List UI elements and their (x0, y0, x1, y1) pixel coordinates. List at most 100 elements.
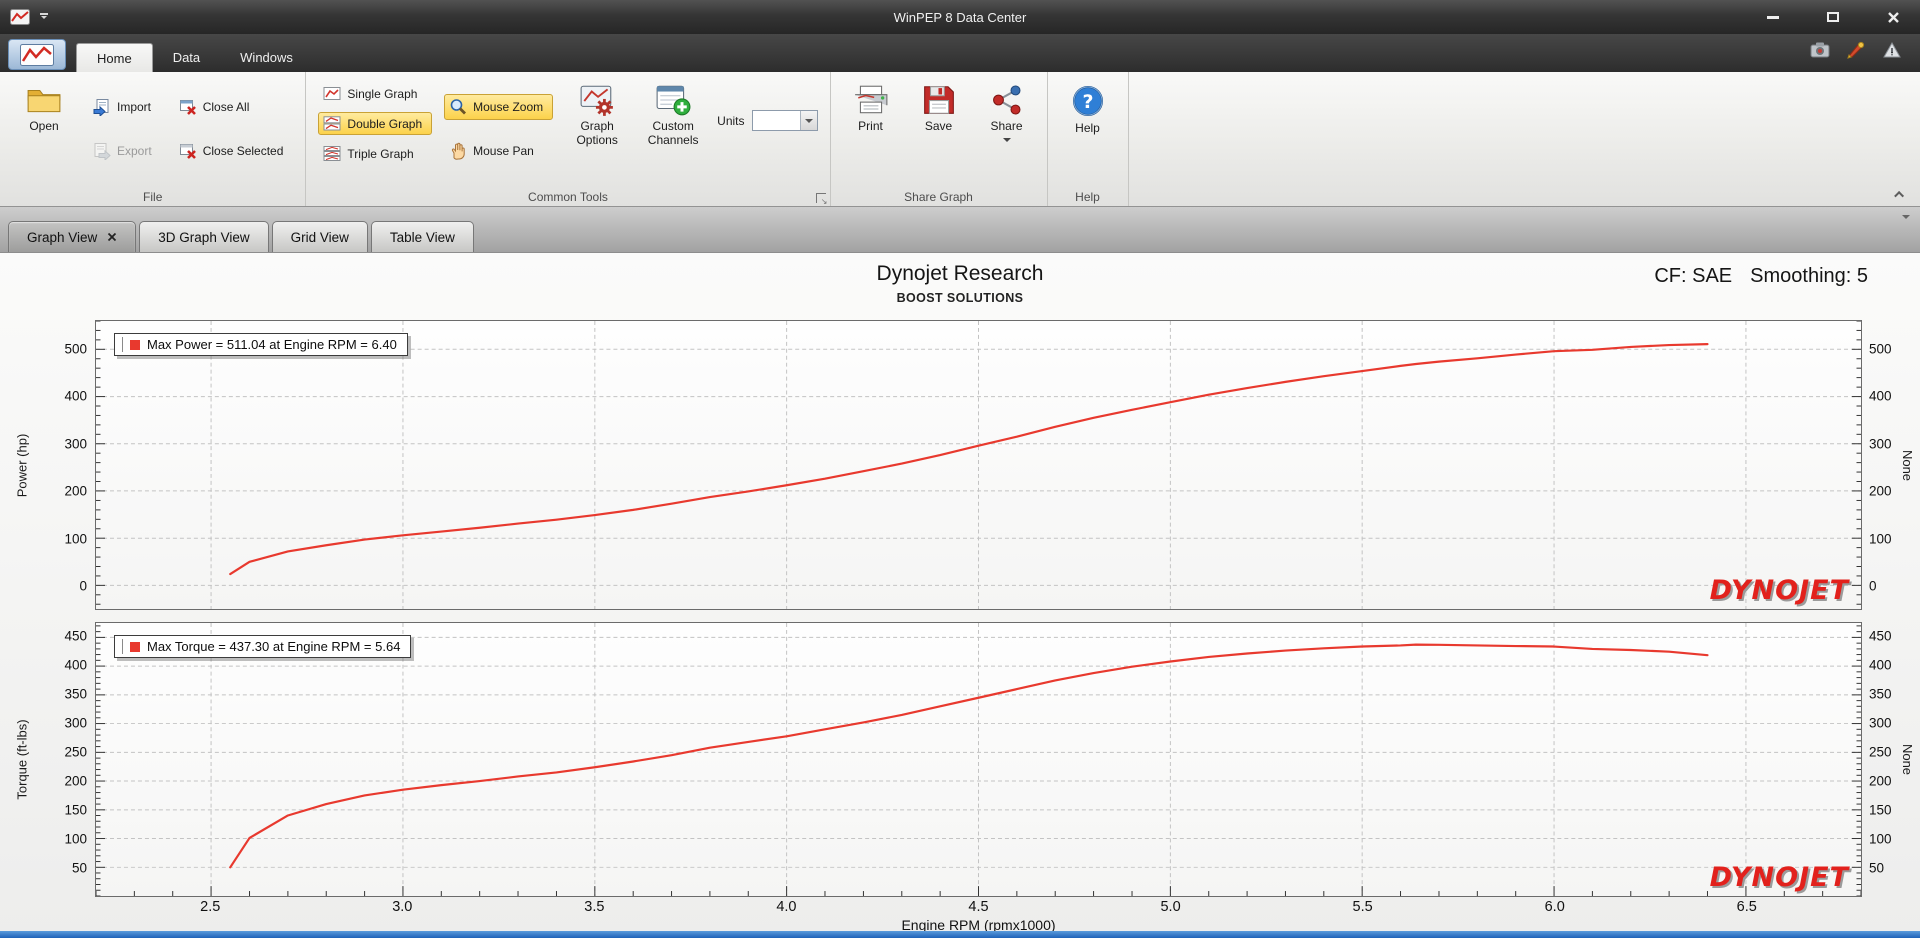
single-graph-button[interactable]: Single Graph (318, 82, 432, 105)
mouse-pan-label: Mouse Pan (473, 144, 534, 158)
titlebar: WinPEP 8 Data Center (0, 0, 1920, 34)
close-all-button[interactable]: Close All (174, 94, 294, 120)
power-plot-canvas (96, 321, 1861, 609)
units-label: Units (717, 113, 745, 128)
legend-grip-icon (119, 337, 123, 352)
mouse-zoom-button[interactable]: Mouse Zoom (444, 94, 554, 120)
ribbon-group-file: Open Import Export Close All Close Selec… (0, 72, 307, 206)
window-title: WinPEP 8 Data Center (893, 9, 1027, 25)
chart-title: Dynojet Research (876, 262, 1044, 285)
print-button[interactable]: Print (843, 78, 899, 134)
graph-options-button[interactable]: Graph Options (565, 78, 629, 148)
tab-table-view-label: Table View (389, 229, 455, 245)
double-graph-label: Double Graph (347, 116, 423, 131)
close-selected-label: Close Selected (202, 144, 284, 158)
power-axis-ticks: 0 100 200 300 400 500 (64, 341, 87, 594)
app-icon[interactable] (10, 9, 30, 25)
close-button[interactable] (1880, 6, 1906, 28)
file-group-label: File (143, 190, 163, 204)
close-tab-icon[interactable] (107, 232, 117, 242)
chart-subtitle: BOOST SOLUTIONS (896, 291, 1024, 305)
close-selected-button[interactable]: Close Selected (174, 138, 294, 164)
collapse-ribbon-button[interactable] (1892, 188, 1908, 201)
ribbon-tab-bar: Home Data Windows (0, 34, 1920, 72)
print-icon (854, 85, 887, 114)
help-group-label: Help (1075, 190, 1100, 204)
help-label: Help (1075, 121, 1100, 135)
ribbon-tab-data[interactable]: Data (153, 43, 220, 72)
open-button[interactable]: Open (12, 78, 76, 134)
chevron-down-icon (799, 111, 817, 130)
maximize-button[interactable] (1820, 6, 1846, 28)
export-button: Export (88, 138, 162, 164)
torque-plot[interactable]: Max Torque = 437.30 at Engine RPM = 5.64… (95, 622, 1862, 897)
import-icon (93, 99, 109, 116)
maximize-icon (1827, 12, 1839, 22)
legend-grip-icon (119, 639, 123, 654)
import-button[interactable]: Import (88, 94, 162, 120)
power-legend[interactable]: Max Power = 511.04 at Engine RPM = 6.40 (114, 333, 408, 356)
close-selected-icon (179, 144, 196, 159)
document-tab-bar: Graph View 3D Graph View Grid View Table… (0, 207, 1920, 252)
minimize-icon (1767, 15, 1779, 19)
custom-channels-button[interactable]: Custom Channels (641, 78, 705, 148)
power-right-axis-label: None (1900, 449, 1916, 481)
mouse-zoom-label: Mouse Zoom (473, 100, 544, 114)
power-plot[interactable]: Max Power = 511.04 at Engine RPM = 6.40 … (95, 320, 1862, 610)
tab-table-view[interactable]: Table View (370, 221, 474, 252)
torque-right-axis-label: None (1900, 743, 1916, 776)
minimize-button[interactable] (1760, 6, 1786, 28)
tab-graph-view-label: Graph View (27, 229, 98, 245)
open-label: Open (29, 119, 59, 133)
dynojet-logo: DYNOJET (1709, 862, 1849, 893)
ribbon-tab-home[interactable]: Home (76, 43, 153, 72)
print-label: Print (858, 119, 883, 133)
torque-legend[interactable]: Max Torque = 437.30 at Engine RPM = 5.64 (114, 635, 412, 658)
help-button[interactable]: ? Help (1060, 78, 1116, 136)
ribbon-group-help: ? Help Help (1048, 72, 1129, 206)
torque-plot-canvas (96, 623, 1861, 896)
close-all-icon (179, 100, 196, 115)
taskbar-strip (0, 931, 1920, 938)
share-graph-group-label: Share Graph (904, 190, 973, 204)
share-dropdown-icon[interactable] (1002, 137, 1011, 146)
graph-options-icon (580, 85, 614, 116)
dynojet-logo: DYNOJET (1709, 575, 1849, 606)
smoothing-value: Smoothing: 5 (1750, 265, 1868, 287)
save-button[interactable]: Save (911, 78, 967, 134)
alert-icon[interactable] (1882, 41, 1902, 59)
x-axis-ticks: 2.5 3.0 3.5 4.0 4.5 5.0 5.5 6.0 6.5 (200, 899, 1757, 915)
double-graph-button[interactable]: Double Graph (318, 112, 433, 135)
ribbon-tab-windows[interactable]: Windows (220, 43, 313, 72)
series-swatch-icon (130, 641, 140, 652)
tab-graph-view[interactable]: Graph View (8, 221, 137, 252)
share-button[interactable]: Share (979, 78, 1035, 146)
svg-text:?: ? (1082, 91, 1093, 113)
application-button[interactable] (8, 39, 66, 70)
brush-icon[interactable] (1846, 41, 1866, 59)
power-axis-label: Power (hp) (14, 433, 30, 497)
ribbon-group-common-tools: Single Graph Double Graph Triple Graph M… (306, 72, 831, 206)
quick-access-dropdown-icon[interactable] (40, 12, 48, 22)
single-graph-icon (323, 87, 341, 100)
mouse-pan-button[interactable]: Mouse Pan (444, 138, 553, 164)
winpep-logo-icon (20, 43, 54, 66)
custom-channels-icon (656, 85, 691, 116)
close-all-label: Close All (202, 100, 250, 114)
tab-grid-view[interactable]: Grid View (271, 221, 368, 252)
units-dropdown[interactable] (751, 110, 818, 131)
single-graph-label: Single Graph (347, 86, 418, 101)
save-icon (923, 86, 954, 114)
capture-icon[interactable] (1810, 41, 1830, 59)
tab-overflow-icon[interactable] (1902, 215, 1910, 240)
tab-grid-view-label: Grid View (290, 229, 349, 245)
tab-3d-graph-view-label: 3D Graph View (158, 229, 250, 245)
share-label: Share (990, 119, 1023, 133)
series-swatch-icon (130, 339, 140, 350)
triple-graph-button[interactable]: Triple Graph (318, 142, 432, 165)
tab-3d-graph-view[interactable]: 3D Graph View (139, 221, 269, 252)
open-folder-icon (27, 89, 61, 113)
cf-value: CF: SAE (1654, 265, 1733, 287)
help-icon: ? (1072, 86, 1103, 116)
ribbon: Open Import Export Close All Close Selec… (0, 72, 1920, 207)
